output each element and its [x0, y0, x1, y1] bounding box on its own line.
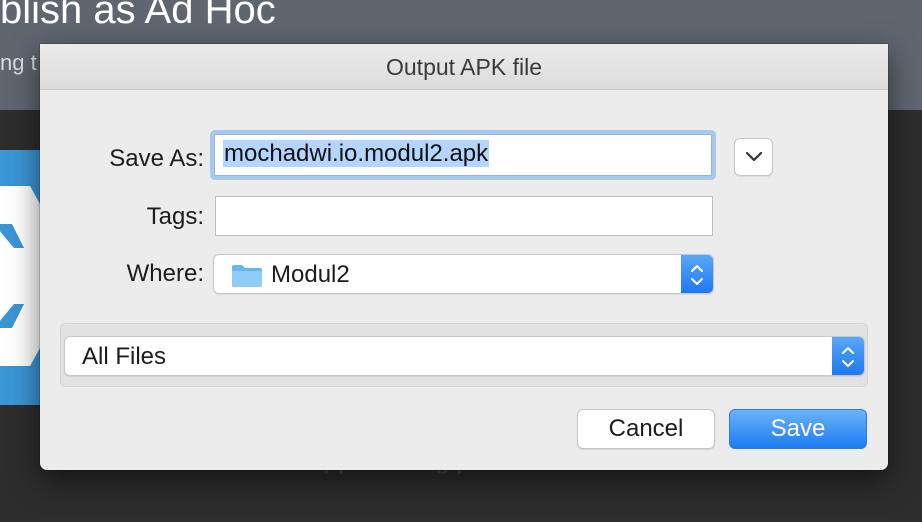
background-page-subtitle: ng t	[0, 50, 37, 75]
xamarin-logo-icon	[0, 186, 40, 366]
tags-label: Tags:	[146, 203, 204, 230]
chevron-down-icon	[745, 151, 763, 162]
save-button[interactable]: Save	[729, 409, 867, 449]
dialog-title: Output APK file	[386, 54, 542, 80]
expand-dialog-button[interactable]	[734, 138, 773, 176]
save-as-input-inner[interactable]: mochadwi.io.modul2.apk	[214, 134, 712, 176]
where-location-value: Modul2	[271, 261, 350, 288]
save-as-label: Save As:	[109, 145, 204, 172]
where-location-popup[interactable]: Modul2	[213, 254, 714, 294]
file-type-popup[interactable]: All Files	[64, 336, 865, 376]
background-page-title: blish as Ad Hoc	[0, 0, 276, 32]
up-down-arrows-icon	[691, 265, 703, 285]
where-label: Where:	[126, 260, 204, 287]
file-type-popup-stepper[interactable]	[832, 337, 864, 375]
file-format-panel: All Files	[60, 323, 868, 387]
where-popup-stepper[interactable]	[681, 255, 713, 293]
tags-input[interactable]	[215, 196, 713, 236]
save-as-input[interactable]: mochadwi.io.modul2.apk	[210, 130, 716, 180]
save-dialog: Output APK file Save As: mochadwi.io.mod…	[40, 44, 888, 470]
cancel-button[interactable]: Cancel	[577, 409, 715, 449]
up-down-arrows-icon	[842, 347, 854, 367]
file-type-value: All Files	[82, 343, 167, 370]
folder-icon	[232, 265, 262, 287]
xamarin-logo-tile	[0, 150, 40, 405]
save-as-value[interactable]: mochadwi.io.modul2.apk	[223, 140, 490, 167]
dialog-titlebar: Output APK file	[40, 44, 888, 90]
